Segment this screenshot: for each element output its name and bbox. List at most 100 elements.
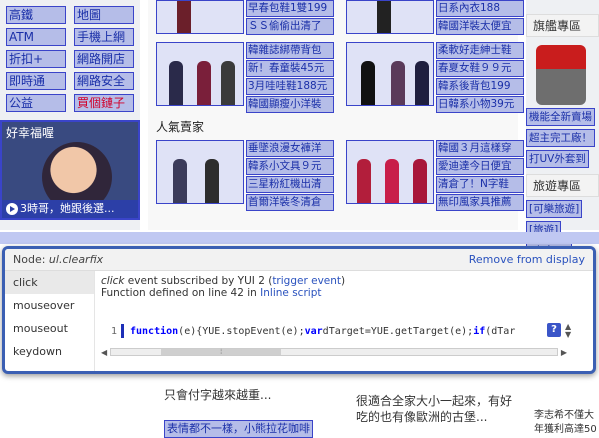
product-link[interactable]: 垂墜浪漫女褲洋 bbox=[246, 140, 334, 157]
promo-title: 好幸福喔 bbox=[6, 126, 55, 140]
horizontal-scrollbar[interactable]: ◀ ⦙ ▶ bbox=[101, 347, 567, 357]
product-links: 韓雜誌綁帶背包 新！春童裝45元 3月哇哇鞋188元 韓國顯瘦小洋裝 bbox=[246, 42, 334, 114]
flagship-heading: 旗艦專區 bbox=[526, 14, 599, 37]
product-links: 垂墜浪漫女褲洋 韓系小文具９元 三星粉紅機出清 首爾洋裝冬清倉 bbox=[246, 140, 334, 212]
product-thumb[interactable] bbox=[156, 140, 244, 204]
product-link[interactable]: 春夏女鞋９９元 bbox=[436, 60, 524, 77]
product-link[interactable]: 韓系小文具９元 bbox=[246, 158, 334, 175]
lower-content: 只會付字越來越重... 很適合全家大小一起來，有好 吃的也有像歐洲的古堡... … bbox=[0, 370, 599, 438]
code-text: (dTar bbox=[485, 325, 516, 337]
line-number: 1 bbox=[110, 325, 117, 337]
quick-links: 高鐵 地圖 ATM 手機上網 折扣+ 網路開店 即時通 網路安全 公益 買個鏈子 bbox=[6, 6, 136, 116]
product-figure bbox=[169, 61, 183, 105]
product-link[interactable]: 日韓系小物39元 bbox=[436, 96, 524, 113]
flagship-link[interactable]: 打UV外套到 bbox=[526, 150, 589, 168]
scroll-left-arrow-icon[interactable]: ◀ bbox=[101, 348, 107, 357]
flagship-link[interactable]: 機能全新賣場 bbox=[526, 108, 595, 126]
help-icon[interactable]: ? bbox=[547, 323, 561, 337]
scroll-track[interactable]: ⦙ bbox=[110, 348, 558, 356]
product-figure bbox=[173, 159, 187, 203]
product-link[interactable]: 韓國３月這樣穿 bbox=[436, 140, 524, 157]
article-text[interactable]: 很適合全家大小一起來，有好 bbox=[356, 392, 512, 409]
product-thumb[interactable] bbox=[156, 0, 244, 34]
product-row: 韓雜誌綁帶背包 新！春童裝45元 3月哇哇鞋188元 韓國顯瘦小洋裝 柔軟好走紳… bbox=[156, 42, 526, 114]
product-thumb[interactable] bbox=[346, 0, 434, 34]
article-text[interactable]: 吃的也有像歐洲的古堡... bbox=[356, 408, 487, 425]
side-text[interactable]: 年獲利高達50 bbox=[534, 420, 597, 435]
inspector-header: Node: ul.clearfix Remove from display bbox=[5, 249, 593, 271]
product-figure bbox=[377, 1, 391, 33]
product-thumb[interactable] bbox=[346, 140, 434, 204]
inspector-body: click mouseover mouseout keydown click e… bbox=[5, 271, 593, 371]
promo-video[interactable]: 好幸福喔 3時哥，她跟後選... bbox=[0, 120, 140, 220]
product-row: 垂墜浪漫女褲洋 韓系小文具９元 三星粉紅機出清 首爾洋裝冬清倉 韓國３月這樣穿 … bbox=[156, 140, 526, 212]
product-link[interactable]: 早春包鞋1雙199 bbox=[246, 0, 334, 17]
quick-link[interactable]: 買個鏈子 bbox=[74, 94, 134, 112]
scroll-right-arrow-icon[interactable]: ▶ bbox=[561, 348, 567, 357]
scroll-thumb[interactable]: ⦙ bbox=[161, 349, 282, 356]
flagship-links: 機能全新賣場 超主完工廠！ 打UV外套到 bbox=[526, 105, 599, 168]
event-item[interactable]: mouseout bbox=[5, 317, 94, 340]
product-link[interactable]: 愛迪達今日便宜 bbox=[436, 158, 524, 175]
code-text: (e){YUE.stopEvent(e); bbox=[178, 325, 305, 337]
quick-link[interactable]: 手機上網 bbox=[74, 28, 134, 46]
quick-link[interactable]: 折扣+ bbox=[6, 50, 66, 68]
product-link[interactable]: 首爾洋裝冬清倉 bbox=[246, 194, 334, 211]
event-item[interactable]: click bbox=[5, 271, 94, 294]
right-column: 旗艦專區 機能全新賣場 超主完工廠！ 打UV外套到 旅遊專區 [可樂旅遊] [旅… bbox=[526, 0, 599, 260]
product-link[interactable]: 韓系後背包199 bbox=[436, 78, 524, 95]
travel-link[interactable]: [可樂旅遊] bbox=[526, 200, 583, 218]
product-link[interactable]: ＳＳ偷偷出清了 bbox=[246, 18, 334, 35]
product-links: 日系內衣188 韓國洋裝太便宜 bbox=[436, 0, 524, 36]
promo-caption[interactable]: 3時哥，她跟後選... bbox=[2, 200, 138, 218]
quick-link[interactable]: 高鐵 bbox=[6, 6, 66, 24]
definition-text: Function defined on line 42 in bbox=[101, 287, 261, 299]
side-text[interactable]: 李志希不僅大 bbox=[534, 406, 594, 421]
product-link[interactable]: 日系內衣188 bbox=[436, 0, 524, 17]
product-links: 韓國３月這樣穿 愛迪達今日便宜 清倉了！N字鞋 無印風家具推薦 bbox=[436, 140, 524, 212]
robot-image[interactable] bbox=[536, 45, 586, 105]
category-tab-bar[interactable] bbox=[0, 232, 599, 244]
node-label-text: Node: bbox=[13, 253, 46, 266]
product-figure bbox=[361, 61, 375, 105]
inline-script-link[interactable]: Inline script bbox=[260, 287, 321, 299]
product-link[interactable]: 3月哇哇鞋188元 bbox=[246, 78, 334, 95]
code-keyword: if bbox=[473, 325, 486, 337]
product-link[interactable]: 新！春童裝45元 bbox=[246, 60, 334, 77]
quick-link[interactable]: 即時通 bbox=[6, 72, 66, 90]
product-links: 早春包鞋1雙199 ＳＳ偷偷出清了 bbox=[246, 0, 334, 36]
event-detail: click event subscribed by YUI 2 (trigger… bbox=[95, 271, 593, 371]
product-block: 韓國３月這樣穿 愛迪達今日便宜 清倉了！N字鞋 無印風家具推薦 bbox=[346, 140, 526, 212]
quick-link[interactable]: ATM bbox=[6, 28, 66, 46]
trigger-event-link[interactable]: trigger event bbox=[272, 275, 341, 287]
product-link[interactable]: 三星粉紅機出清 bbox=[246, 176, 334, 193]
code-view[interactable]: 1 function (e){YUE.stopEvent(e); var dTar… bbox=[101, 323, 579, 361]
node-name: ul.clearfix bbox=[48, 253, 104, 266]
product-figure bbox=[205, 159, 219, 203]
product-link[interactable]: 韓國洋裝太便宜 bbox=[436, 18, 524, 35]
quick-link[interactable]: 公益 bbox=[6, 94, 66, 112]
product-block: 柔軟好走紳士鞋 春夏女鞋９９元 韓系後背包199 日韓系小物39元 bbox=[346, 42, 526, 114]
product-thumb[interactable] bbox=[346, 42, 434, 106]
product-link[interactable]: 無印風家具推薦 bbox=[436, 194, 524, 211]
left-column: 高鐵 地圖 ATM 手機上網 折扣+ 網路開店 即時通 網路安全 公益 買個鏈子 好幸福喔… bbox=[0, 0, 140, 230]
quick-link[interactable]: 網路安全 bbox=[74, 72, 134, 90]
current-line-marker bbox=[121, 324, 124, 338]
event-item[interactable]: mouseover bbox=[5, 294, 94, 317]
remove-from-display-link[interactable]: Remove from display bbox=[469, 253, 585, 266]
product-thumb[interactable] bbox=[156, 42, 244, 106]
quick-link[interactable]: 網路開店 bbox=[74, 50, 134, 68]
flagship-link[interactable]: 超主完工廠！ bbox=[526, 129, 595, 147]
quick-link[interactable]: 地圖 bbox=[74, 6, 134, 24]
code-line: 1 function (e){YUE.stopEvent(e); var dTar… bbox=[101, 323, 579, 339]
product-link[interactable]: 韓雜誌綁帶背包 bbox=[246, 42, 334, 59]
event-item[interactable]: keydown bbox=[5, 340, 94, 363]
product-link[interactable]: 清倉了！N字鞋 bbox=[436, 176, 524, 193]
product-link[interactable]: 韓國顯瘦小洋裝 bbox=[246, 96, 334, 113]
article-link[interactable]: 表情都不一樣，小熊拉花咖啡 bbox=[164, 420, 313, 438]
product-link[interactable]: 柔軟好走紳士鞋 bbox=[436, 42, 524, 59]
product-figure bbox=[197, 61, 211, 105]
article-text[interactable]: 只會付字越來越重... bbox=[164, 386, 271, 403]
vertical-scroll-arrows-icon[interactable]: ▲ ▼ bbox=[565, 323, 571, 339]
product-links: 柔軟好走紳士鞋 春夏女鞋９９元 韓系後背包199 日韓系小物39元 bbox=[436, 42, 524, 114]
